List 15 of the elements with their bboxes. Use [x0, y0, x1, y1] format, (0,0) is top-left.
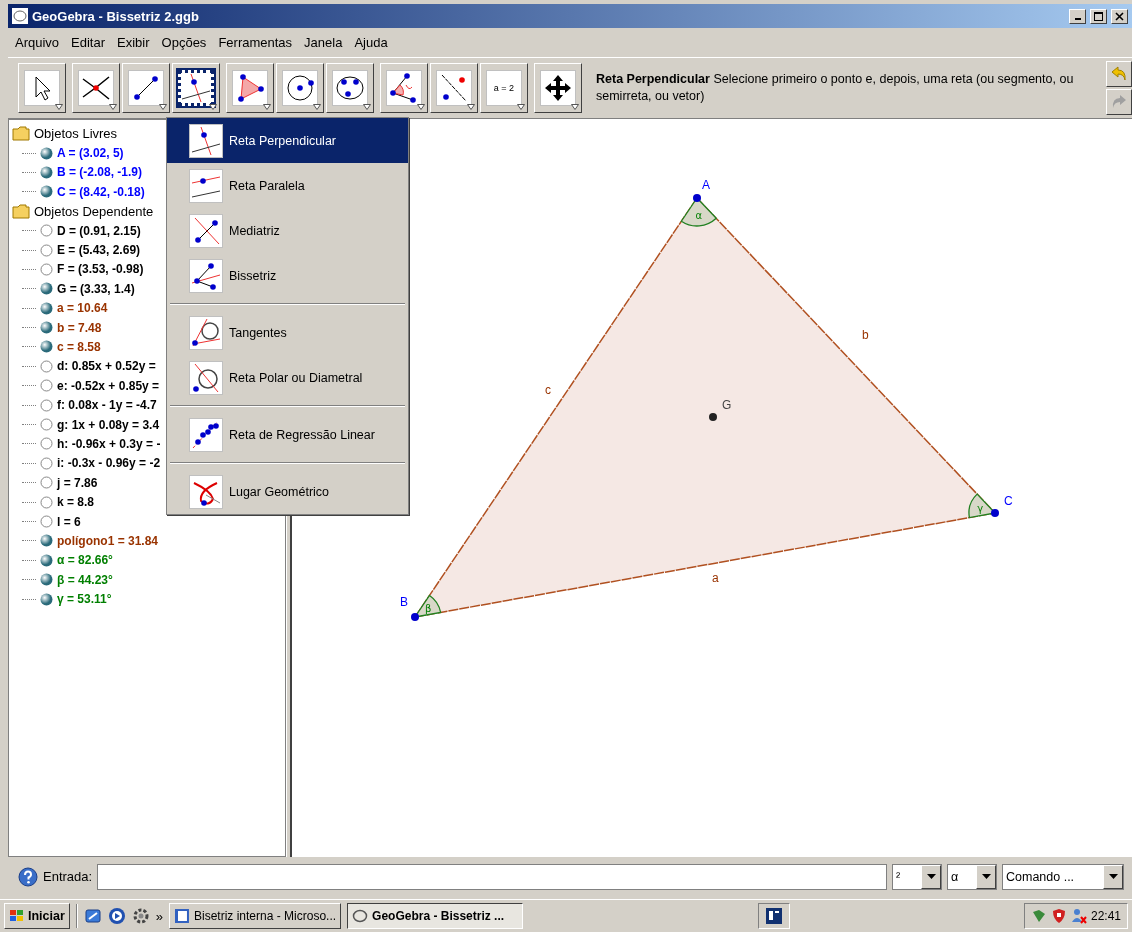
input-label: Entrada:	[43, 869, 93, 884]
segment-label: b	[862, 328, 869, 342]
point-label: C	[1004, 494, 1013, 508]
point-label: B	[400, 595, 408, 609]
angle-label: γ	[977, 503, 984, 515]
angle-label: β	[425, 603, 432, 615]
tool-help-text: Reta Perpendicular Selecione primeiro o ponto e, depois, uma reta (ou segmento, ou semirreta, ou vetor)	[596, 71, 1075, 105]
point-label: G	[722, 398, 732, 412]
segment-label: c	[545, 383, 551, 397]
point-label: A	[702, 178, 710, 192]
window-title: GeoGebra - Bissetriz 2.ggb	[32, 8, 200, 24]
angle-label: α	[695, 209, 702, 221]
segment-label: a	[712, 571, 719, 585]
clock: 22:41	[1090, 909, 1121, 923]
slider-value: a = 2	[493, 83, 515, 93]
